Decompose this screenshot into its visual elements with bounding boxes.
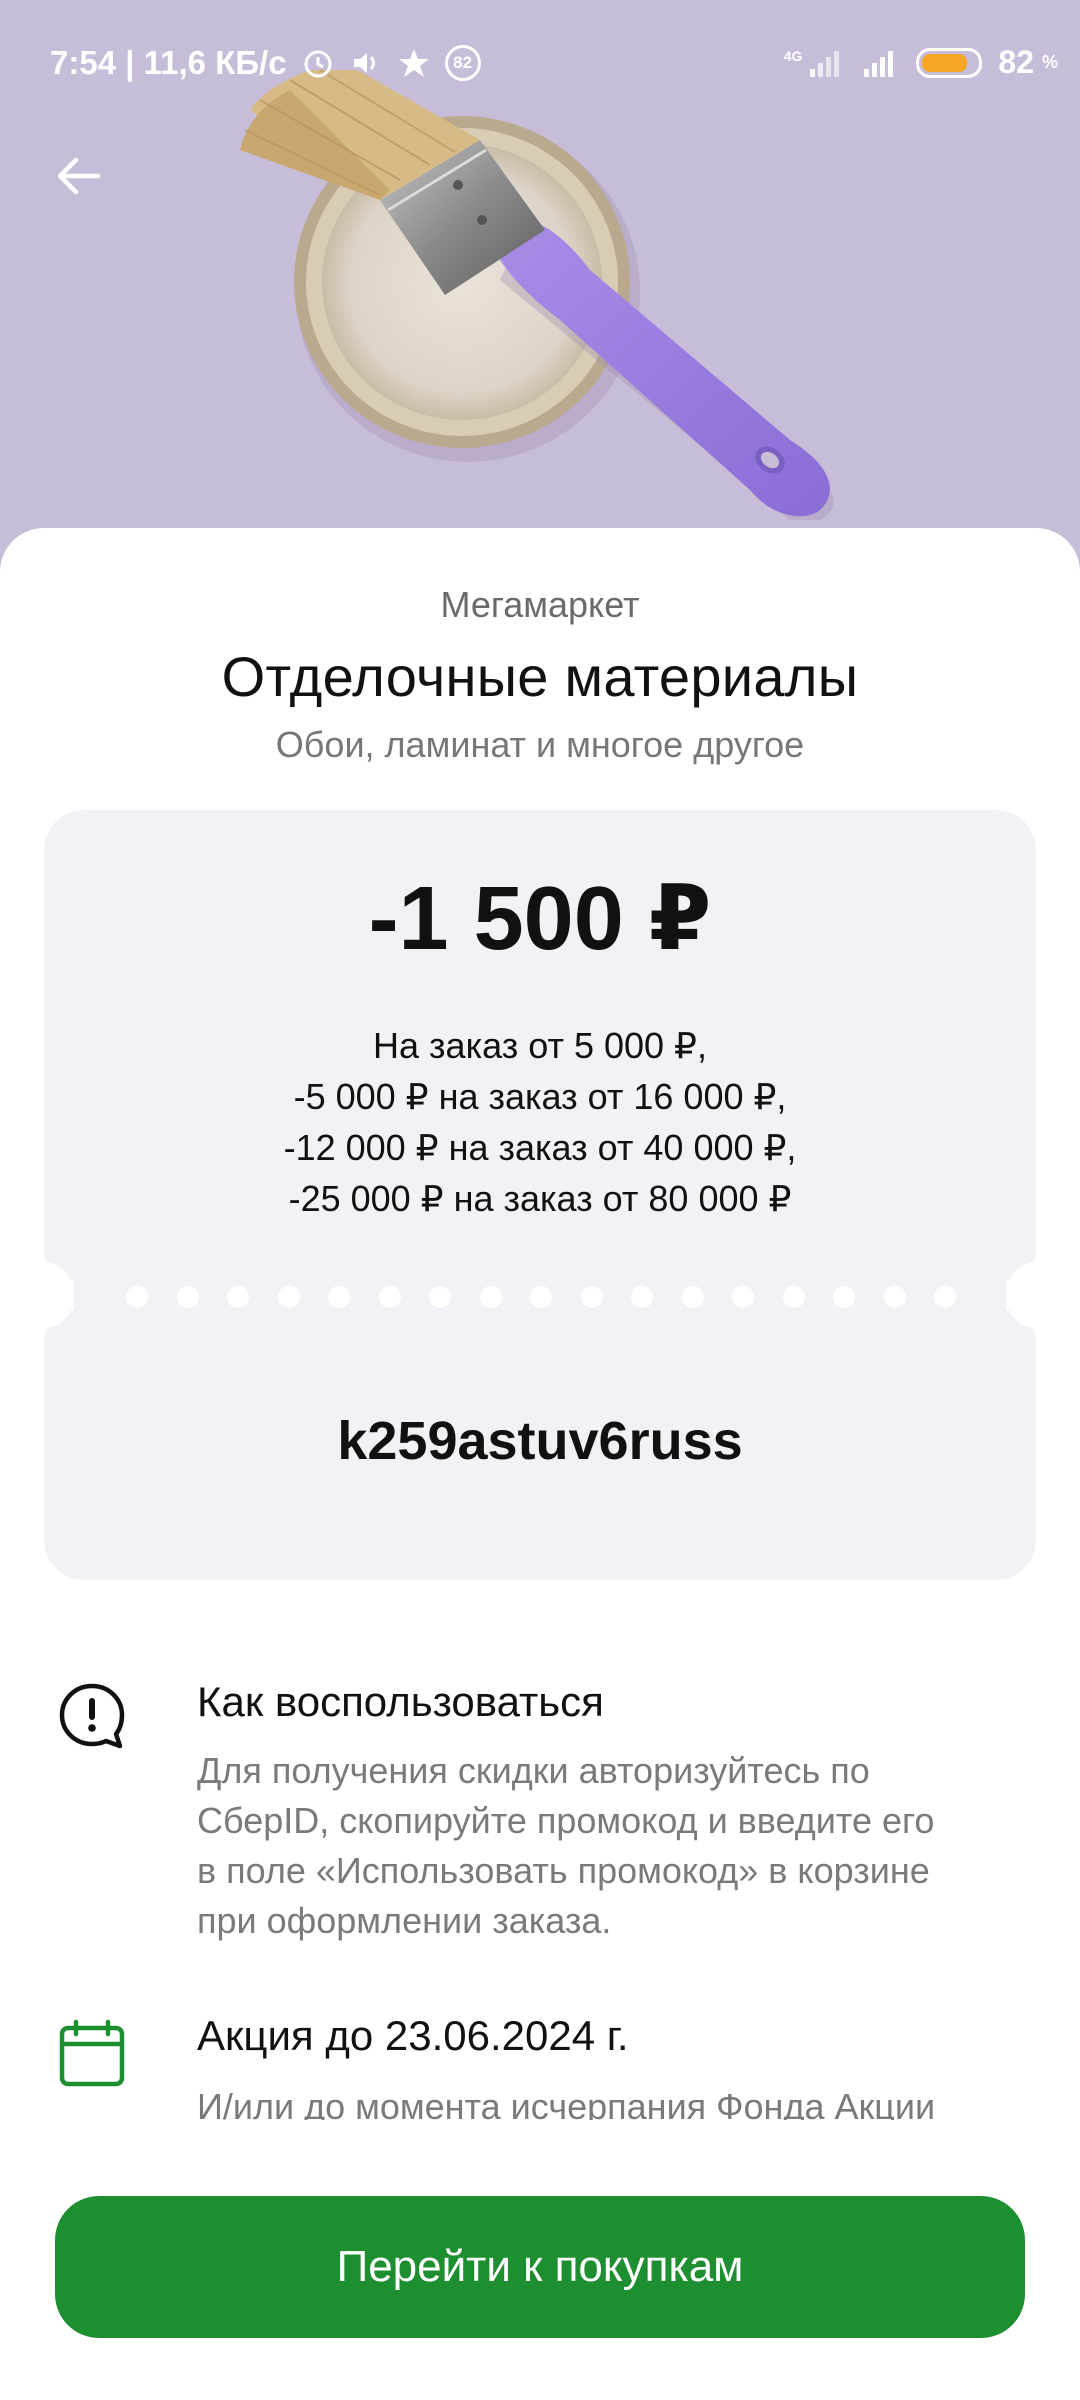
battery-icon <box>916 47 983 78</box>
go-shopping-button[interactable]: Перейти к покупкам <box>55 2196 1025 2338</box>
discount-amount: -1 500 ₽ <box>368 869 712 969</box>
battery-percent: 82 <box>998 44 1034 80</box>
offer-subtitle: Обои, ламинат и многое другое <box>275 724 805 765</box>
offer-scroll-area[interactable]: Мегамаркет Отделочные материалы Обои, ла… <box>0 528 1080 2128</box>
star-icon <box>398 49 429 77</box>
signal-icon <box>810 50 840 77</box>
how-to-use-line: Для получения скидки авторизуйтесь по <box>197 1750 870 1791</box>
how-to-use-heading: Как воспользоваться <box>197 1678 604 1725</box>
network-type: 4G <box>783 47 803 64</box>
status-time-speed: 7:54 | 11,6 КБ/с <box>50 44 287 81</box>
condition-line: -5 000 ₽ на заказ от 16 000 ₽, <box>293 1076 787 1117</box>
condition-line: -25 000 ₽ на заказ от 80 000 ₽ <box>288 1178 792 1219</box>
offer-title: Отделочные материалы <box>221 645 859 708</box>
volume-icon <box>353 53 375 73</box>
how-to-use-line: в поле «Использовать промокод» в корзине <box>197 1850 930 1891</box>
battery-unit: % <box>1041 52 1058 72</box>
status-bar: 7:54 | 11,6 КБ/с 82 4G 82 % <box>0 0 1080 130</box>
validity-heading: Акция до 23.06.2024 г. <box>197 2012 629 2059</box>
ticket-perforation <box>126 1286 956 1308</box>
promo-ticket: -1 500 ₽ На заказ от 5 000 ₽, -5 000 ₽ н… <box>14 810 1066 1580</box>
how-to-use-text: Для получения скидки авторизуйтесь по Сб… <box>197 1746 1047 1946</box>
back-button[interactable] <box>48 146 108 206</box>
notification-badge-icon: 82 <box>444 45 481 81</box>
paint-brush-illustration <box>240 70 834 520</box>
ticket-notch-left <box>14 1262 74 1328</box>
how-to-use-line: СберID, скопируйте промокод и введите ег… <box>197 1800 935 1841</box>
condition-line: На заказ от 5 000 ₽, <box>373 1025 707 1066</box>
condition-line: -12 000 ₽ на заказ от 40 000 ₽, <box>283 1127 797 1168</box>
header-banner: 7:54 | 11,6 КБ/с 82 4G 82 % <box>0 0 1080 560</box>
arrow-left-icon <box>57 157 101 195</box>
signal-icon-2 <box>864 50 894 77</box>
discount-conditions: На заказ от 5 000 ₽, -5 000 ₽ на заказ о… <box>44 1020 1036 1224</box>
promocode[interactable]: k259astuv6russ <box>44 1410 1036 1472</box>
exclamation-bubble-icon <box>59 1683 125 1749</box>
calendar-icon <box>59 2019 125 2087</box>
shop-name: Мегамаркет <box>440 584 640 625</box>
ticket-notch-right <box>1006 1262 1066 1328</box>
how-to-use-line: при оформлении заказа. <box>197 1900 612 1941</box>
battery-fill <box>922 53 967 72</box>
notification-badge-count: 82 <box>453 53 473 72</box>
alarm-icon <box>304 50 332 78</box>
